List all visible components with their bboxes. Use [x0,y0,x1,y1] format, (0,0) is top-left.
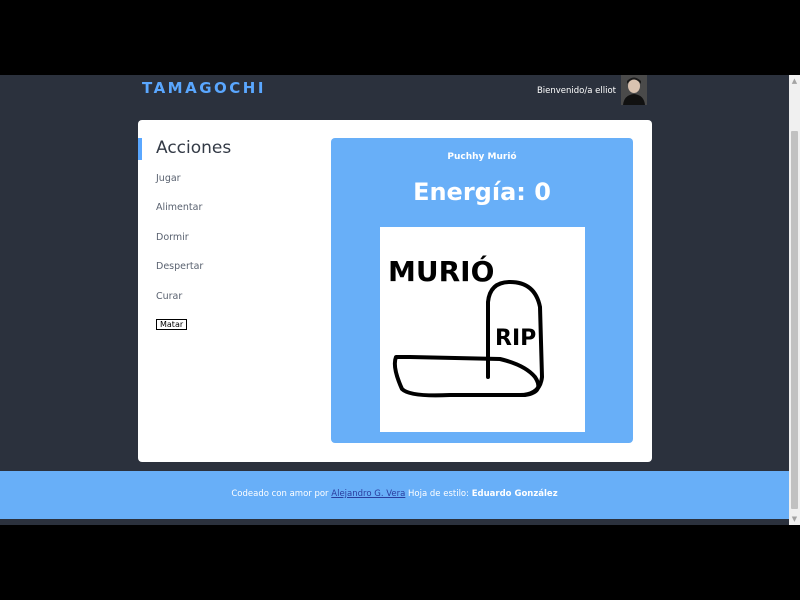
footer-credits: Codeado con amor por Alejandro G. Vera H… [0,489,789,499]
kill-button[interactable]: Matar [156,319,188,330]
action-curar[interactable]: Curar [156,291,203,320]
action-jugar[interactable]: Jugar [156,173,203,202]
actions-title: Acciones [156,138,232,158]
main-card: Acciones Jugar Alimentar Dormir Desperta… [138,120,652,462]
energy-readout: Energía: 0 [413,178,551,206]
tombstone-icon: MURIÓ RIP [388,254,545,398]
vertical-scrollbar[interactable]: ▲ ▼ [789,75,800,525]
page-viewport: TAMAGOCHI Bienvenido/a elliot Acciones J… [0,75,800,525]
brand-logo[interactable]: TAMAGOCHI [142,79,266,97]
welcome-text: Bienvenido/a elliot [536,86,616,96]
actions-menu: Jugar Alimentar Dormir Despertar Curar [156,173,203,320]
action-despertar[interactable]: Despertar [156,261,203,290]
scroll-up-arrow-icon[interactable]: ▲ [789,75,800,87]
avatar[interactable] [621,75,647,105]
action-dormir[interactable]: Dormir [156,232,203,261]
user-avatar-icon [621,75,647,105]
title-accent-bar [138,138,142,160]
pet-panel: Puchhy Murió Energía: 0 MURIÓ RIP [331,138,633,443]
rip-text: RIP [495,326,536,351]
stylist-name: Eduardo González [471,489,558,499]
footer-prefix: Codeado con amor por [231,489,329,499]
footer: Codeado con amor por Alejandro G. Vera H… [0,471,789,519]
pet-status: Puchhy Murió [447,152,517,162]
murio-text: MURIÓ [388,254,494,288]
action-alimentar[interactable]: Alimentar [156,202,203,231]
scroll-thumb[interactable] [791,131,798,509]
rip-drawing: MURIÓ RIP [380,227,585,432]
author-link[interactable]: Alejandro G. Vera [331,489,405,499]
scroll-down-arrow-icon[interactable]: ▼ [789,513,800,525]
footer-middle: Hoja de estilo: [408,489,470,499]
